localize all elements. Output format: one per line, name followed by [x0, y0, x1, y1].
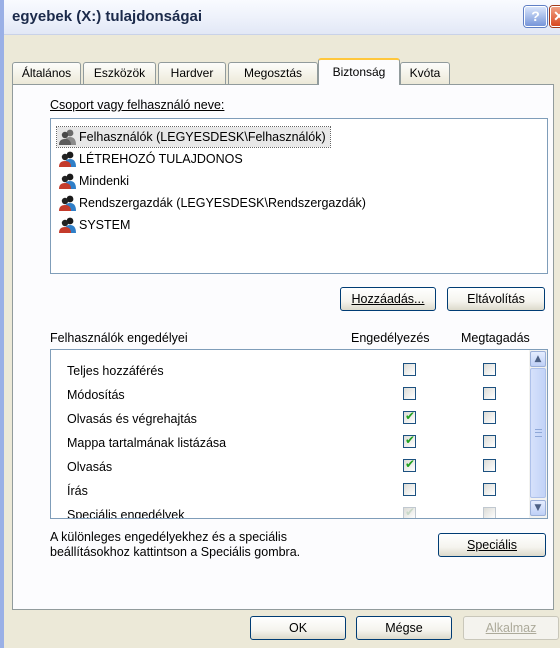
users-list-label: Csoport vagy felhasználó neve: — [50, 98, 225, 112]
tab-eszkozok[interactable]: Eszközök — [83, 62, 156, 84]
permission-label: Speciális engedélyek — [67, 508, 185, 519]
user-name: Rendszergazdák (LEGYESDESK\Rendszergazdá… — [79, 196, 366, 210]
advanced-note: A különleges engedélyekhez és a speciáli… — [50, 530, 370, 560]
permission-label: Módosítás — [67, 388, 125, 402]
advanced-note-line1: A különleges engedélyekhez és a speciáli… — [50, 530, 287, 544]
add-button-label: Hozzáadás... — [351, 292, 425, 306]
permissions-scrollbar[interactable]: ▲ ▼ — [529, 350, 547, 518]
deny-checkbox[interactable] — [483, 459, 496, 472]
advanced-note-line2: beállításokhoz kattintson a Speciális go… — [50, 545, 301, 559]
permission-row: Olvasás ✔ — [51, 456, 529, 480]
permission-label: Olvasás — [67, 460, 113, 474]
permission-label: Teljes hozzáférés — [67, 364, 164, 378]
apply-button-label: Alkalmaz — [485, 621, 537, 635]
permissions-label: Felhasználók engedélyei — [50, 331, 188, 345]
list-item[interactable]: Felhasználók (LEGYESDESK\Felhasználók) — [56, 126, 331, 148]
deny-checkbox[interactable] — [483, 411, 496, 424]
allow-checkbox[interactable] — [403, 387, 416, 400]
permission-row: Olvasás és végrehajtás ✔ — [51, 408, 529, 432]
permission-label: Olvasás és végrehajtás — [67, 412, 197, 426]
allow-checkbox[interactable]: ✔ — [403, 433, 416, 448]
list-item[interactable]: Rendszergazdák (LEGYESDESK\Rendszergazdá… — [57, 193, 370, 213]
deny-checkbox[interactable] — [483, 387, 496, 400]
remove-button[interactable]: Eltávolítás — [447, 287, 545, 311]
allow-column-header: Engedélyezés — [351, 331, 430, 345]
user-name: Mindenki — [79, 174, 130, 188]
deny-column-header: Megtagadás — [461, 331, 530, 345]
deny-checkbox[interactable] — [483, 363, 496, 376]
list-item[interactable]: Mindenki — [57, 171, 133, 191]
permission-row: Módosítás — [51, 384, 529, 408]
add-button[interactable]: Hozzáadás... — [340, 287, 436, 311]
scroll-down-icon[interactable]: ▼ — [530, 500, 546, 516]
remove-button-label: Eltávolítás — [467, 292, 525, 306]
close-button[interactable]: ✕ — [550, 6, 560, 27]
check-icon: ✔ — [405, 505, 416, 519]
check-icon: ✔ — [405, 433, 416, 447]
check-icon: ✔ — [405, 409, 416, 423]
user-name: Felhasználók (LEGYESDESK\Felhasználók) — [79, 130, 326, 144]
advanced-button[interactable]: Speciális — [438, 533, 546, 557]
grip-icon — [535, 429, 542, 437]
tab-kvota[interactable]: Kvóta — [400, 62, 450, 84]
title-bar[interactable]: egyebek (X:) tulajdonságai ? ✕ — [4, 0, 560, 35]
advanced-button-label: Speciális — [466, 538, 518, 552]
tab-strip: Általános Eszközök Hardver Megosztás Biz… — [12, 58, 552, 85]
permission-row: Teljes hozzáférés — [51, 360, 529, 384]
ok-button-label: OK — [288, 621, 308, 635]
tab-hardver[interactable]: Hardver — [158, 62, 226, 84]
allow-checkbox[interactable]: ✔ — [403, 457, 416, 472]
group-icon — [59, 195, 76, 211]
properties-dialog: egyebek (X:) tulajdonságai ? ✕ Általános… — [0, 0, 560, 648]
cancel-button-label: Mégse — [385, 621, 423, 635]
deny-checkbox[interactable] — [483, 483, 496, 496]
tab-megosztas[interactable]: Megosztás — [228, 62, 318, 84]
tab-altalanos[interactable]: Általános — [12, 62, 81, 84]
help-button[interactable]: ? — [524, 6, 547, 27]
ok-button[interactable]: OK — [250, 616, 346, 640]
permission-row: Speciális engedélyek ✔ — [51, 504, 529, 519]
permission-label: Írás — [67, 484, 88, 498]
allow-checkbox[interactable] — [403, 483, 416, 496]
users-list[interactable]: Felhasználók (LEGYESDESK\Felhasználók) L… — [50, 118, 548, 274]
list-item[interactable]: SYSTEM — [57, 215, 134, 235]
scroll-up-icon[interactable]: ▲ — [530, 351, 546, 367]
check-icon: ✔ — [405, 457, 416, 471]
permissions-list[interactable]: Teljes hozzáférés Módosítás Olvasás és v… — [50, 349, 548, 519]
permission-label: Mappa tartalmának listázása — [67, 436, 227, 450]
group-icon — [59, 173, 76, 189]
scroll-thumb[interactable] — [530, 368, 546, 498]
deny-checkbox[interactable] — [483, 507, 496, 518]
permission-row: Mappa tartalmának listázása ✔ — [51, 432, 529, 456]
list-item[interactable]: LÉTREHOZÓ TULAJDONOS — [57, 149, 247, 169]
permission-row: Írás — [51, 480, 529, 504]
allow-checkbox[interactable]: ✔ — [403, 505, 416, 519]
tab-biztonsag[interactable]: Biztonság — [318, 58, 400, 85]
group-icon — [59, 129, 76, 145]
allow-checkbox[interactable]: ✔ — [403, 409, 416, 424]
cancel-button[interactable]: Mégse — [356, 616, 452, 640]
deny-checkbox[interactable] — [483, 435, 496, 448]
group-icon — [59, 151, 76, 167]
allow-checkbox[interactable] — [403, 363, 416, 376]
user-name: LÉTREHOZÓ TULAJDONOS — [79, 152, 243, 166]
apply-button[interactable]: Alkalmaz — [463, 616, 559, 640]
group-icon — [59, 217, 76, 233]
user-name: SYSTEM — [79, 218, 131, 232]
window-title: egyebek (X:) tulajdonságai — [12, 8, 203, 25]
